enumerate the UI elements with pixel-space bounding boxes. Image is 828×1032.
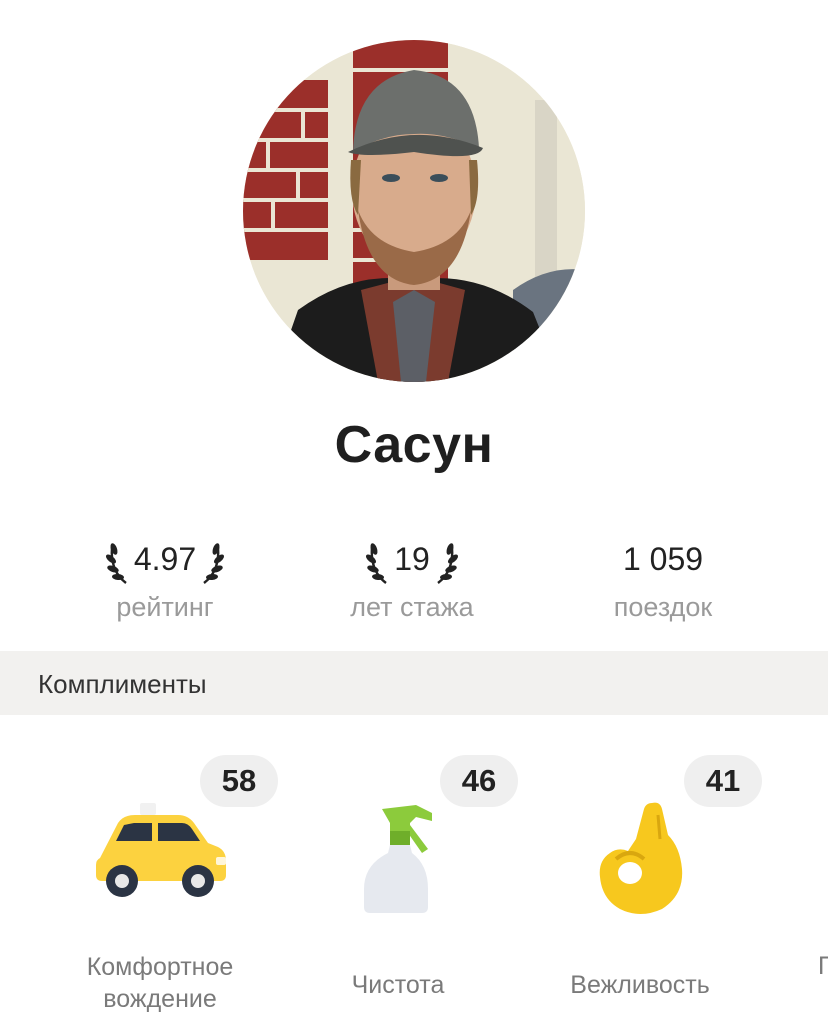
stat-trips: 1 059 поездок [548,528,778,623]
compliments-section-header: Комплименты [0,651,828,715]
compliment-label-partial[interactable]: П [818,952,828,981]
stat-rating: 4.97 рейтинг [50,528,280,623]
compliment-comfortable-driving[interactable]: 58 Комфортное вождение [40,755,280,1025]
rating-value: 4.97 [133,541,197,577]
driver-photo [243,40,585,382]
laurel-right-icon [203,543,225,584]
rating-label: рейтинг [116,592,214,622]
driver-avatar [243,40,585,382]
experience-label: лет стажа [350,592,474,622]
section-title: Комплименты [38,669,207,699]
compliment-politeness[interactable]: 41 Вежливость [520,755,762,1025]
compliment-count-badge: 41 [684,755,762,807]
compliment-label: Чистота [351,971,445,999]
compliment-cleanliness[interactable]: 46 Чистота [278,755,518,1025]
compliment-label: Комфортное вождение [86,953,234,1013]
ok-hand-icon [599,802,683,914]
laurel-right-icon [437,543,458,584]
taxi-car-icon [96,803,226,897]
experience-value: 19 [394,541,430,577]
laurel-left-icon [366,543,387,584]
stat-experience: 19 лет стажа [297,528,527,623]
trips-value: 1 059 [622,541,704,577]
laurel-left-icon [105,543,127,584]
driver-profile-page: Сасун 4.97 рейтинг 19 лет стажа 1 059 по… [0,0,828,1032]
driver-name: Сасун [334,416,494,474]
spray-bottle-icon [364,805,432,913]
trips-label: поездок [613,592,713,622]
compliment-label: Вежливость [570,971,710,999]
compliment-count-badge: 46 [440,755,518,807]
compliment-count-badge: 58 [200,755,278,807]
